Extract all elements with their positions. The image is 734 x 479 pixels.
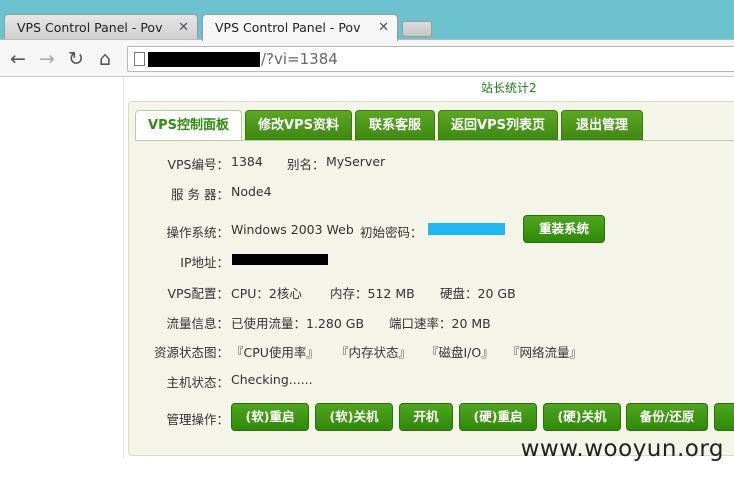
disk-io-chart-link[interactable]: 『磁盘I/O』 xyxy=(426,342,494,361)
hard-reboot-button[interactable]: (硬)重启 xyxy=(459,403,537,431)
backup-restore-button[interactable]: 备份/还原 xyxy=(626,403,708,431)
network-traffic-chart-link[interactable]: 『网络流量』 xyxy=(507,342,582,361)
close-icon[interactable]: ✕ xyxy=(378,20,389,35)
cpu-usage-chart-link[interactable]: 『CPU使用率』 xyxy=(231,342,319,361)
config-label: VPS配置： xyxy=(167,286,229,301)
browser-tab[interactable]: VPS Control Panel - Pov ✕ xyxy=(4,14,198,40)
browser-toolbar: ← → ↻ ⌂ /?vi=1384 xyxy=(0,40,734,77)
redacted-ip xyxy=(232,254,328,265)
browser-tab-title: VPS Control Panel - Pov xyxy=(17,20,163,35)
manage-label: 管理操作： xyxy=(166,412,229,427)
close-icon[interactable]: ✕ xyxy=(178,20,189,35)
more-action-button[interactable] xyxy=(714,403,734,431)
host-status-value: Checking...... xyxy=(231,372,313,387)
tab-vps-control[interactable]: VPS控制面板 xyxy=(135,110,242,140)
charts-label: 资源状态图： xyxy=(153,345,229,360)
home-icon[interactable]: ⌂ xyxy=(94,48,116,70)
tab-logout[interactable]: 退出管理 xyxy=(561,110,643,140)
cpu-value: CPU：2核心 xyxy=(231,286,302,301)
server-label: 服 务 器： xyxy=(171,187,229,202)
page-icon xyxy=(134,52,145,66)
tab-contact-support[interactable]: 联系客服 xyxy=(355,110,435,140)
vps-id-value: 1384 xyxy=(231,154,263,169)
watermark: www.wooyun.org xyxy=(520,436,724,462)
vps-panel: VPS控制面板 修改VPS资料 联系客服 返回VPS列表页 退出管理 VPS编号… xyxy=(128,101,734,456)
back-arrow-icon[interactable]: ← xyxy=(7,48,29,70)
tab-divider xyxy=(135,140,734,141)
browser-tab-active[interactable]: VPS Control Panel - Pov ✕ xyxy=(202,14,398,41)
host-status-label: 主机状态： xyxy=(166,375,229,390)
port-speed-value: 端口速率：20 MB xyxy=(389,316,491,331)
reload-icon[interactable]: ↻ xyxy=(65,48,87,70)
forward-arrow-icon[interactable]: → xyxy=(36,48,58,70)
browser-tab-title: VPS Control Panel - Pov xyxy=(215,20,361,35)
server-value: Node4 xyxy=(231,184,272,199)
traffic-label: 流量信息： xyxy=(166,316,229,331)
stat-link[interactable]: 站长统计2 xyxy=(481,79,537,96)
alias-value: MyServer xyxy=(326,154,386,169)
traffic-used-value: 已使用流量：1.280 GB xyxy=(231,316,365,331)
address-url: /?vi=1384 xyxy=(261,50,338,68)
browser-tabstrip: VPS Control Panel - Pov ✕ VPS Control Pa… xyxy=(0,0,734,41)
ip-label: IP地址： xyxy=(180,255,229,270)
new-tab-button[interactable] xyxy=(402,21,432,37)
address-bar[interactable]: /?vi=1384 xyxy=(127,46,734,72)
redacted-host xyxy=(148,52,260,67)
redacted-password xyxy=(428,223,505,235)
soft-reboot-button[interactable]: (软)重启 xyxy=(231,403,309,431)
memory-value: 内存：512 MB xyxy=(330,286,415,301)
tab-back-to-list[interactable]: 返回VPS列表页 xyxy=(438,110,558,140)
soft-shutdown-button[interactable]: (软)关机 xyxy=(315,403,393,431)
hard-shutdown-button[interactable]: (硬)关机 xyxy=(543,403,621,431)
vps-id-label: VPS编号： xyxy=(167,157,229,172)
page-divider xyxy=(123,78,124,458)
memory-status-chart-link[interactable]: 『内存状态』 xyxy=(336,342,411,361)
reinstall-system-button[interactable]: 重装系统 xyxy=(523,215,605,243)
init-password-label: 初始密码： xyxy=(360,225,423,240)
os-value: Windows 2003 Web xyxy=(231,222,354,237)
os-label: 操作系统： xyxy=(166,225,229,240)
tab-edit-vps[interactable]: 修改VPS资料 xyxy=(245,110,352,140)
power-on-button[interactable]: 开机 xyxy=(399,403,453,431)
alias-label: 别名： xyxy=(287,157,325,172)
disk-value: 硬盘：20 GB xyxy=(440,286,516,301)
